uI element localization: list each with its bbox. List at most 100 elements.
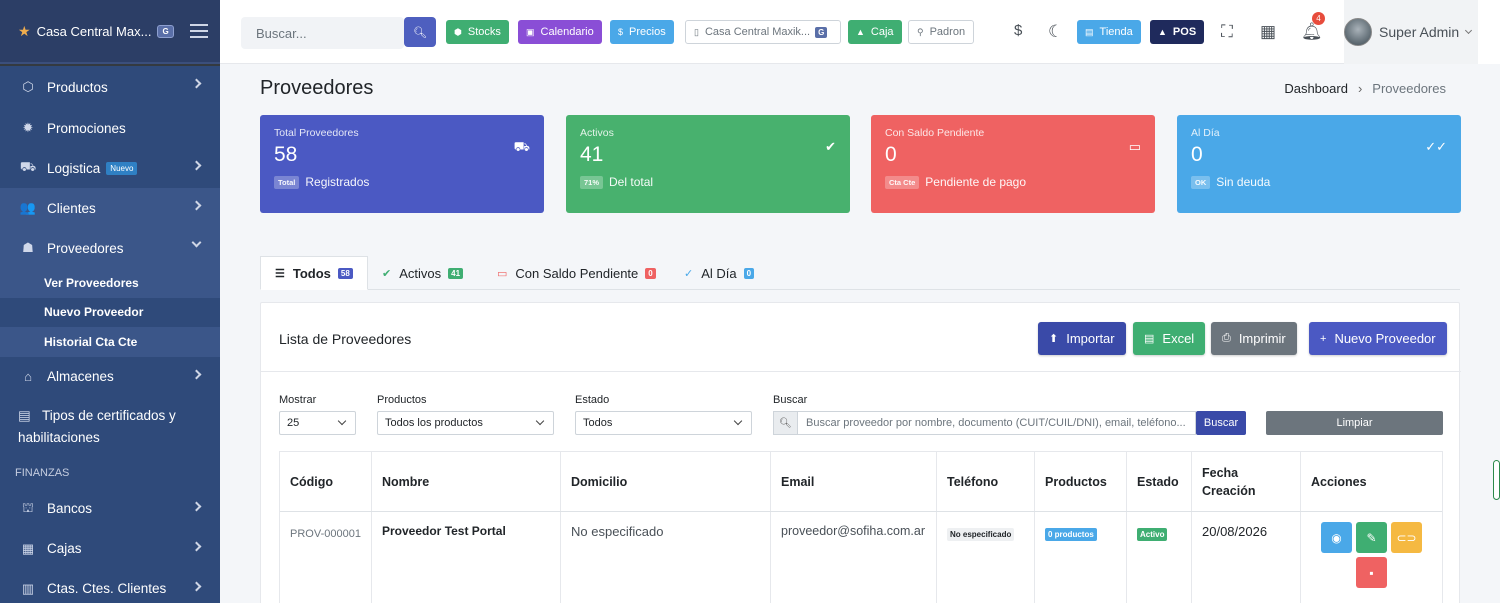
card-label: Con Saldo Pendiente: [885, 127, 985, 139]
card-badge: Total: [274, 175, 300, 189]
tienda-button[interactable]: ▤ Tienda: [1077, 20, 1141, 44]
delete-button[interactable]: ▪: [1356, 557, 1387, 588]
print-button[interactable]: ⎙ Imprimir: [1211, 322, 1297, 355]
column-header[interactable]: Email: [771, 452, 937, 512]
file-excel-icon: ▤: [1144, 333, 1155, 345]
sidebar-item-cajas[interactable]: ▦ Cajas: [0, 529, 220, 569]
buscar-label: Buscar: [773, 394, 808, 406]
main-content: Proveedores Dashboard › Proveedores Total …: [220, 64, 1478, 603]
card-sub: Total Registrados: [274, 175, 530, 189]
productos-label: Productos: [377, 394, 427, 406]
stocks-button[interactable]: ⬢ Stocks: [446, 20, 509, 44]
padron-button[interactable]: ⚲ Padron: [908, 20, 975, 44]
tab-activos[interactable]: ✔ Activos 41: [368, 256, 477, 290]
card-badge: Cta Cte: [885, 175, 920, 189]
column-header[interactable]: Estado: [1127, 452, 1192, 512]
sidebar-item-productos[interactable]: ⬡ Productos: [0, 66, 220, 108]
page-title: Proveedores: [260, 77, 374, 99]
calendario-button[interactable]: ▣ Calendario: [518, 20, 602, 44]
tab-todos[interactable]: ☰ Todos 58: [260, 256, 368, 290]
sidebar-item-clientes[interactable]: 👥 Clientes: [0, 188, 220, 228]
sidebar-item-certificados[interactable]: ▤ Tipos de certificados y habilitaciones: [0, 397, 220, 457]
store-icon: ▤: [1085, 26, 1094, 37]
brand-name: Casa Central Max...: [36, 23, 152, 39]
mostrar-select[interactable]: 25: [279, 411, 356, 435]
cell-codigo: PROV-000001: [280, 512, 372, 603]
card-value: 0: [1191, 143, 1203, 166]
sidebar-subitem-nuevo-proveedor[interactable]: Nuevo Proveedor: [0, 298, 220, 328]
column-header[interactable]: Nombre: [372, 452, 561, 512]
user-menu[interactable]: Super Admin: [1344, 0, 1478, 64]
sidebar-subitem-ver-proveedores[interactable]: Ver Proveedores: [0, 268, 220, 298]
search-input[interactable]: Buscar...: [241, 17, 404, 49]
sidebar-item-logistica[interactable]: ⛟ Logistica Nuevo: [0, 148, 220, 188]
sidebar-item-label: Proveedores: [47, 240, 124, 256]
search-button[interactable]: 🔍︎: [404, 17, 436, 47]
sidebar-item-label: Logistica: [47, 160, 101, 176]
chevron-right-icon: [191, 541, 202, 551]
estado-select[interactable]: Todos: [575, 411, 752, 435]
sidebar-item-ctas-ctes-clientes[interactable]: ▥ Ctas. Ctes. Clientes: [0, 569, 220, 603]
currency-icon[interactable]: $: [1014, 22, 1022, 39]
chevron-down-icon: [1465, 26, 1473, 34]
column-header[interactable]: Productos: [1035, 452, 1127, 512]
buscar-button[interactable]: Buscar: [1196, 411, 1246, 435]
moon-icon[interactable]: ☾: [1048, 22, 1063, 42]
column-header[interactable]: Teléfono: [937, 452, 1035, 512]
panel-title: Lista de Proveedores: [279, 331, 412, 347]
scroll-handle[interactable]: [1493, 460, 1500, 500]
brand[interactable]: ★ Casa Central Max... G: [0, 0, 220, 64]
toggle-button[interactable]: ⊂⊃: [1391, 522, 1422, 553]
sidebar-item-promociones[interactable]: ✹ Promociones: [0, 108, 220, 148]
certificate-icon: ▤: [18, 407, 31, 423]
column-header[interactable]: Domicilio: [561, 452, 771, 512]
plus-icon: +: [1320, 332, 1327, 345]
sidebar-item-bancos[interactable]: ⛫ Bancos: [0, 489, 220, 529]
tab-saldo-pendiente[interactable]: ▭ Con Saldo Pendiente 0: [483, 256, 670, 290]
chevron-down-icon: [191, 237, 202, 248]
import-label: Importar: [1066, 331, 1115, 346]
upload-icon: ⬆: [1049, 333, 1059, 345]
people-carry-icon: ☗: [22, 240, 34, 255]
estado-value: Todos: [583, 417, 613, 429]
fullscreen-icon[interactable]: ⛶: [1221, 22, 1233, 42]
status-badge: Activo: [1137, 528, 1168, 541]
tab-al-dia[interactable]: ✓ Al Día 0: [670, 256, 768, 290]
import-button[interactable]: ⬆ Importar: [1038, 322, 1126, 355]
chevron-right-icon: ›: [1357, 81, 1363, 96]
sidebar-item-label: Clientes: [47, 200, 96, 216]
edit-icon: ✎: [1366, 530, 1377, 545]
sidebar-item-label: Tipos de certificados y habilitaciones: [18, 407, 176, 445]
card-badge: OK: [1191, 175, 1211, 189]
truck-icon: ⛟: [19, 159, 37, 174]
cell-acciones: ◉ ✎ ⊂⊃ ▪: [1301, 512, 1442, 603]
breadcrumb-dashboard[interactable]: Dashboard: [1284, 81, 1348, 96]
column-header[interactable]: Código: [280, 452, 372, 512]
productos-select[interactable]: Todos los productos: [377, 411, 554, 435]
excel-button[interactable]: ▤ Excel: [1133, 322, 1206, 355]
sucursal-button[interactable]: ▯ Casa Central Maxik... G: [685, 20, 841, 44]
proveedores-panel: Lista de Proveedores ⬆ Importar ▤ Excel ⎙ I…: [260, 302, 1461, 603]
breadcrumb-current: Proveedores: [1372, 81, 1446, 96]
limpiar-button[interactable]: Limpiar: [1266, 411, 1443, 435]
column-header[interactable]: Fecha Creación: [1192, 452, 1301, 512]
sidebar-item-proveedores[interactable]: ☗ Proveedores: [0, 228, 220, 268]
sidebar-item-almacenes[interactable]: ⌂ Almacenes: [0, 357, 220, 397]
precios-button[interactable]: $ Precios: [610, 20, 674, 44]
sidebar: ★ Casa Central Max... G ⬡ Productos ✹ Pr…: [0, 0, 220, 603]
sidebar-subitem-historial-cta-cte[interactable]: Historial Cta Cte: [0, 327, 220, 357]
telefono-badge: No especificado: [947, 528, 1015, 541]
new-provider-button[interactable]: + Nuevo Proveedor: [1309, 322, 1447, 355]
apps-grid-icon[interactable]: ▦: [1260, 22, 1276, 42]
pos-button[interactable]: ▲ POS: [1150, 20, 1205, 44]
provider-search-input[interactable]: Buscar proveedor por nombre, documento (…: [798, 411, 1196, 435]
caja-button[interactable]: ▲ Caja: [848, 20, 902, 44]
edit-button[interactable]: ✎: [1356, 522, 1387, 553]
providers-table: Código Nombre Domicilio Email Teléfono P…: [279, 451, 1443, 603]
tab-label: Al Día: [701, 265, 737, 281]
bell-icon[interactable]: 🔔︎: [1301, 22, 1323, 42]
menu-toggle-icon[interactable]: [190, 24, 208, 38]
building-icon: ▯: [694, 26, 699, 37]
cell-email[interactable]: proveedor@sofiha.com.ar: [771, 512, 937, 603]
view-button[interactable]: ◉: [1321, 522, 1352, 553]
